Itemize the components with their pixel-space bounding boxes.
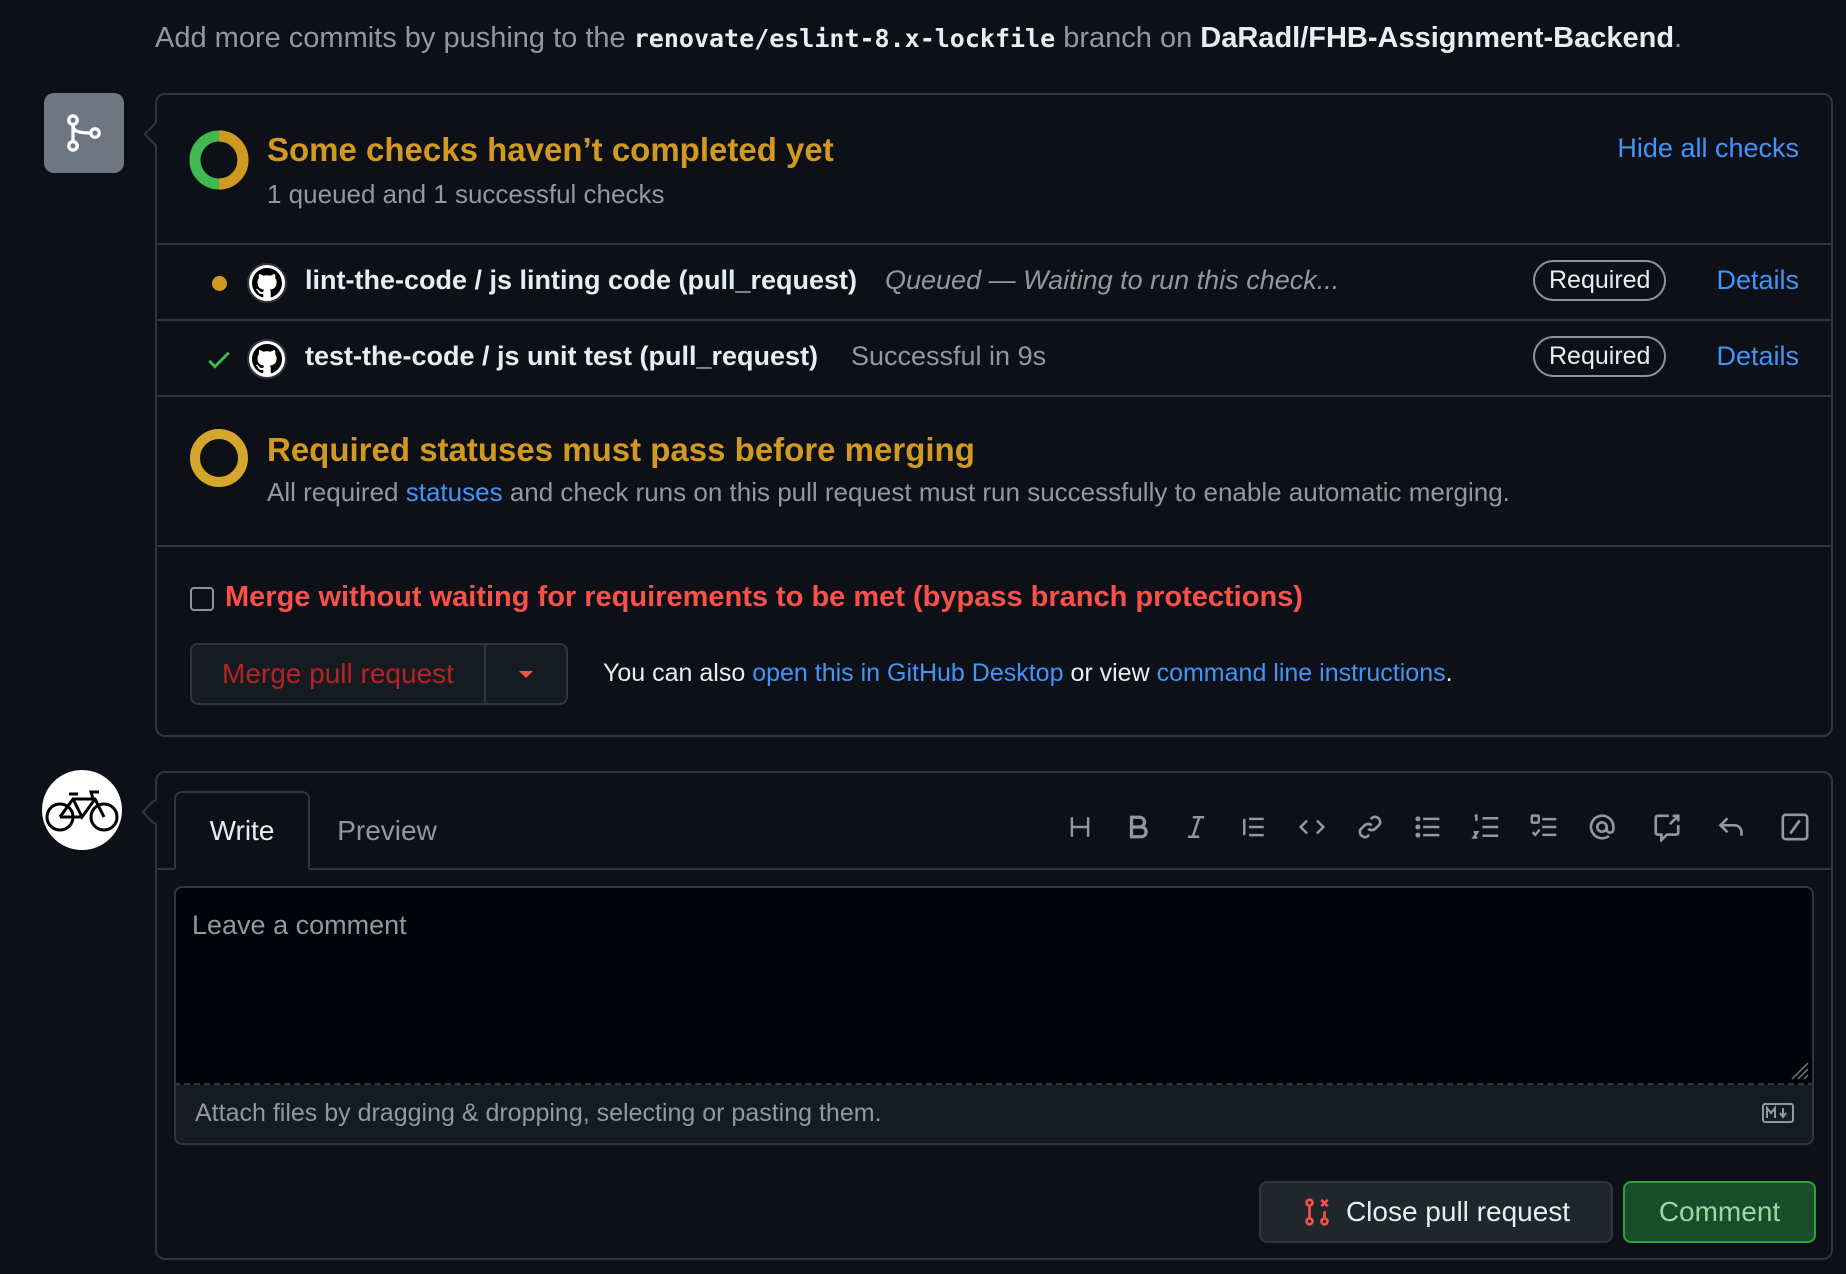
user-avatar[interactable]	[42, 770, 122, 850]
comment-box: Write Preview Leave a comment Attach fil…	[155, 771, 1833, 1260]
resize-handle-icon[interactable]	[1784, 1055, 1810, 1081]
pr-closed-icon	[1305, 1198, 1329, 1226]
required-badge: Required	[1533, 260, 1667, 301]
also-prefix: You can also	[603, 659, 746, 687]
mention-icon[interactable]	[1584, 809, 1620, 845]
heading-icon[interactable]	[1062, 809, 1098, 845]
caret-down-icon	[518, 671, 533, 678]
required-desc-suffix: and check runs on this pull request must…	[509, 477, 1510, 507]
statuses-link[interactable]: statuses	[406, 477, 503, 507]
queued-dot-icon	[212, 276, 227, 291]
required-statuses-section: Required statuses must pass before mergi…	[157, 397, 1831, 547]
attach-files-text: Attach files by dragging & dropping, sel…	[195, 1099, 882, 1127]
check-row: lint-the-code / js linting code (pull_re…	[157, 245, 1831, 321]
required-desc-prefix: All required	[267, 477, 399, 507]
check-row: test-the-code / js unit test (pull_reque…	[157, 321, 1831, 397]
github-logo-icon	[247, 263, 287, 303]
bypass-checkbox[interactable]	[190, 587, 214, 611]
close-pr-label: Close pull request	[1345, 1196, 1571, 1227]
checks-title: Some checks haven’t completed yet	[267, 131, 834, 168]
github-logo-icon	[247, 339, 287, 379]
merge-section: Merge without waiting for requirements t…	[157, 547, 1831, 737]
branch-name: renovate/eslint-8.x-lockfile	[633, 24, 1056, 53]
comment-placeholder: Leave a comment	[192, 910, 407, 940]
slash-commands-icon[interactable]	[1777, 809, 1813, 845]
hint-middle: branch on	[1063, 22, 1193, 54]
code-icon[interactable]	[1294, 809, 1330, 845]
checks-progress-icon	[189, 130, 249, 190]
merge-options-dropdown[interactable]	[486, 645, 566, 703]
reply-icon[interactable]	[1713, 809, 1749, 845]
bold-icon[interactable]	[1120, 809, 1156, 845]
close-pull-request-button[interactable]: Close pull request	[1259, 1181, 1613, 1243]
merge-button-group: Merge pull request	[190, 643, 568, 705]
required-description: All required statuses and check runs on …	[267, 477, 1510, 508]
hint-prefix: Add more commits by pushing to the	[155, 22, 626, 54]
comment-button[interactable]: Comment	[1623, 1181, 1816, 1243]
details-link[interactable]: Details	[1716, 341, 1799, 372]
also-middle: or view	[1070, 659, 1150, 687]
bicycle-icon	[45, 790, 119, 832]
unordered-list-icon[interactable]	[1410, 809, 1446, 845]
cross-reference-icon[interactable]	[1649, 809, 1685, 845]
hint-suffix: .	[1674, 22, 1683, 54]
merge-pull-request-button[interactable]: Merge pull request	[192, 645, 486, 703]
check-status: Successful in 9s	[851, 341, 1047, 371]
tab-write[interactable]: Write	[174, 791, 310, 870]
task-list-icon[interactable]	[1526, 809, 1562, 845]
italic-icon[interactable]	[1178, 809, 1214, 845]
tab-preview[interactable]: Preview	[317, 791, 457, 870]
repo-name: DaRadl/FHB-Assignment-Backend	[1200, 22, 1675, 54]
also-suffix: .	[1445, 659, 1453, 687]
github-desktop-link[interactable]: open this in GitHub Desktop	[752, 659, 1063, 687]
required-title: Required statuses must pass before mergi…	[267, 431, 975, 468]
merge-box: Some checks haven’t completed yet 1 queu…	[143, 93, 1833, 737]
command-line-link[interactable]: command line instructions	[1157, 659, 1446, 687]
push-hint: Add more commits by pushing to the renov…	[155, 22, 1682, 55]
link-icon[interactable]	[1352, 809, 1388, 845]
ordered-list-icon[interactable]	[1468, 809, 1504, 845]
bypass-label[interactable]: Merge without waiting for requirements t…	[225, 581, 1303, 614]
attach-files-bar[interactable]: Attach files by dragging & dropping, sel…	[174, 1085, 1814, 1145]
hide-all-checks-link[interactable]: Hide all checks	[1617, 133, 1799, 164]
merge-alternatives: You can also open this in GitHub Desktop…	[603, 659, 1453, 688]
check-status: Queued — Waiting to run this check...	[885, 265, 1340, 295]
check-name: lint-the-code / js linting code (pull_re…	[305, 265, 858, 295]
check-name: test-the-code / js unit test (pull_reque…	[305, 341, 819, 371]
markdown-icon[interactable]	[1762, 1103, 1794, 1123]
comment-textarea[interactable]: Leave a comment	[174, 886, 1814, 1085]
required-badge: Required	[1533, 336, 1667, 377]
checks-subtitle: 1 queued and 1 successful checks	[267, 179, 665, 209]
git-merge-icon	[44, 93, 124, 173]
quote-icon[interactable]	[1236, 809, 1272, 845]
details-link[interactable]: Details	[1716, 265, 1799, 296]
pending-ring-icon	[190, 429, 248, 487]
check-success-icon	[208, 351, 230, 369]
checks-summary: Some checks haven’t completed yet 1 queu…	[157, 95, 1831, 245]
